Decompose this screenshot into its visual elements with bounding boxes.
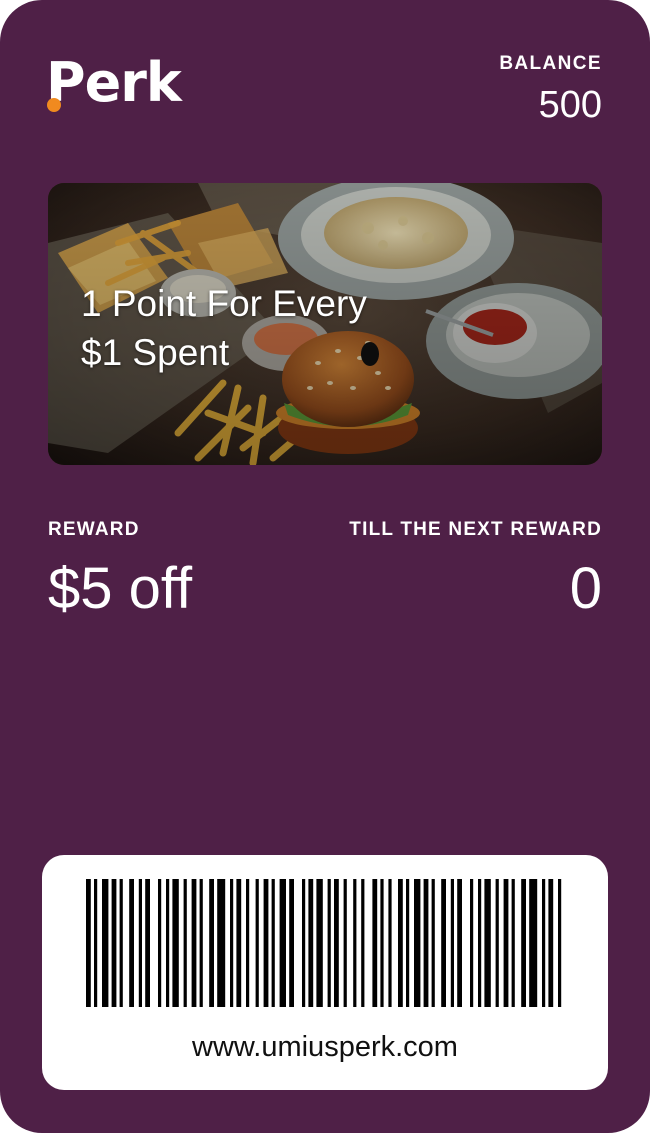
perk-logo: Perk xyxy=(46,52,216,116)
promo-text: 1 Point For Every $1 Spent xyxy=(81,279,461,377)
reward-label: REWARD xyxy=(48,519,140,540)
logo-dot-icon xyxy=(47,98,61,112)
promo-banner: 1 Point For Every $1 Spent xyxy=(48,183,602,465)
promo-line-2: $1 Spent xyxy=(81,332,230,373)
balance-value: 500 xyxy=(538,84,602,126)
reward-value: $5 off xyxy=(48,556,193,621)
barcode-icon xyxy=(86,879,562,1007)
promo-line-1: 1 Point For Every xyxy=(81,283,367,324)
barcode-url: www.umiusperk.com xyxy=(192,1031,458,1063)
balance-label: BALANCE xyxy=(499,53,602,74)
next-reward-value: 0 xyxy=(569,556,602,621)
logo-text: Perk xyxy=(46,51,182,114)
loyalty-card: Perk BALANCE 500 1 Point For Every $1 Sp… xyxy=(0,0,650,1133)
next-reward-label: TILL THE NEXT REWARD xyxy=(349,519,602,540)
barcode-panel[interactable]: www.umiusperk.com xyxy=(42,855,608,1090)
